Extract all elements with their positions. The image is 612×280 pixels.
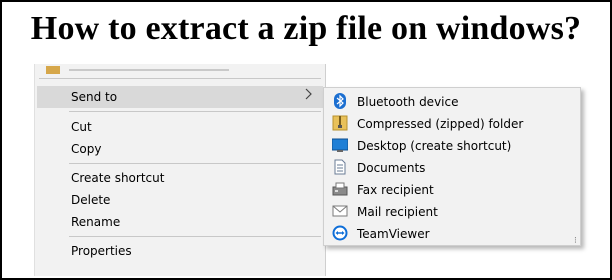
submenu-item-label: Desktop (create shortcut) bbox=[357, 139, 512, 153]
partial-menu-item[interactable] bbox=[37, 64, 323, 78]
menu-item-send-to[interactable]: Send to bbox=[37, 86, 323, 108]
mail-icon bbox=[332, 203, 348, 219]
menu-item-properties[interactable]: Properties bbox=[37, 240, 323, 262]
menu-item-label: Copy bbox=[71, 142, 102, 156]
fax-icon bbox=[332, 181, 348, 197]
submenu-item-compressed-folder[interactable]: Compressed (zipped) folder bbox=[326, 112, 578, 134]
menu-item-label: Delete bbox=[71, 193, 111, 207]
submenu-item-label: Compressed (zipped) folder bbox=[357, 117, 524, 131]
menu-item-delete[interactable]: Delete bbox=[37, 189, 323, 211]
documents-icon bbox=[332, 159, 348, 175]
submenu-item-documents[interactable]: Documents bbox=[326, 156, 578, 178]
menu-item-cut[interactable]: Cut bbox=[37, 116, 323, 138]
send-to-submenu: Bluetooth device Compressed (zipped) fol… bbox=[323, 87, 581, 246]
folder-icon bbox=[46, 66, 60, 74]
submenu-item-mail-recipient[interactable]: Mail recipient bbox=[326, 200, 578, 222]
submenu-item-desktop[interactable]: Desktop (create shortcut) bbox=[326, 134, 578, 156]
menu-item-copy[interactable]: Copy bbox=[37, 138, 323, 160]
menu-item-label: Send to bbox=[71, 90, 118, 104]
context-menu: Send to Cut Copy Create shortcut Delete … bbox=[34, 64, 326, 276]
submenu-item-label: TeamViewer bbox=[357, 227, 430, 241]
partial-menu-item-label bbox=[69, 69, 229, 71]
submenu-item-teamviewer[interactable]: TeamViewer bbox=[326, 222, 578, 244]
submenu-item-fax-recipient[interactable]: Fax recipient bbox=[326, 178, 578, 200]
zipped-folder-icon bbox=[332, 115, 348, 131]
menu-item-label: Properties bbox=[71, 244, 132, 258]
submenu-item-label: Bluetooth device bbox=[357, 95, 459, 109]
desktop-icon bbox=[331, 137, 349, 153]
menu-item-label: Rename bbox=[71, 215, 121, 229]
menu-separator bbox=[69, 163, 321, 164]
screenshot-frame: How to extract a zip file on windows? Se… bbox=[0, 0, 612, 280]
submenu-item-label: Fax recipient bbox=[357, 183, 434, 197]
menu-item-rename[interactable]: Rename bbox=[37, 211, 323, 233]
teamviewer-icon bbox=[332, 225, 348, 241]
page-title: How to extract a zip file on windows? bbox=[30, 10, 582, 47]
submenu-item-label: Mail recipient bbox=[357, 205, 438, 219]
submenu-item-bluetooth[interactable]: Bluetooth device bbox=[326, 90, 578, 112]
menu-separator bbox=[69, 236, 321, 237]
submenu-item-label: Documents bbox=[357, 161, 426, 175]
menu-item-label: Create shortcut bbox=[71, 171, 165, 185]
menu-separator bbox=[69, 111, 321, 112]
menu-separator bbox=[39, 78, 321, 79]
chevron-right-icon bbox=[305, 88, 313, 104]
menu-item-label: Cut bbox=[71, 120, 92, 134]
menu-item-create-shortcut[interactable]: Create shortcut bbox=[37, 167, 323, 189]
resize-grip-icon: ⁝ bbox=[574, 235, 577, 245]
bluetooth-icon bbox=[332, 93, 348, 109]
